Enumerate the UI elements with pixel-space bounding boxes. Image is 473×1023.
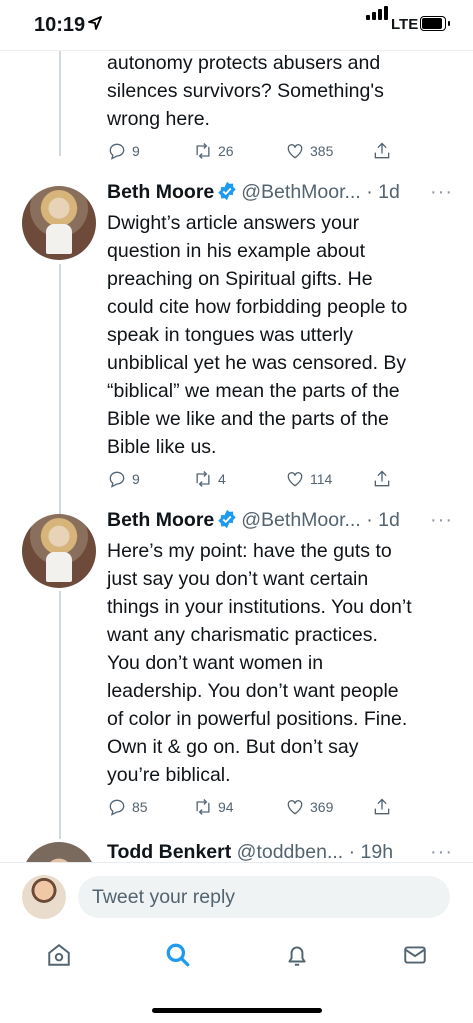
like-count: 114: [310, 471, 333, 487]
messages-icon[interactable]: [402, 942, 428, 968]
retweet-count: 4: [218, 471, 226, 487]
tweet-actions: 85 94 369: [107, 797, 407, 821]
reply-icon: [109, 143, 125, 160]
reply-button[interactable]: 9: [107, 469, 140, 489]
tweet-timestamp[interactable]: · 19h: [349, 841, 393, 863]
retweet-icon: [196, 143, 210, 159]
author-handle[interactable]: @BethMoor...: [241, 509, 361, 531]
share-button[interactable]: [372, 141, 392, 161]
heart-icon: [287, 472, 303, 487]
reply-input[interactable]: [78, 876, 450, 918]
reply-button[interactable]: 9: [107, 141, 140, 161]
tab-bar: [0, 930, 473, 1023]
like-button[interactable]: 369: [285, 797, 333, 817]
network-type: LTE: [391, 16, 419, 33]
search-icon[interactable]: [165, 942, 191, 968]
reply-button[interactable]: 85: [107, 797, 148, 817]
tweet-text: autonomy protects abusers and silences s…: [107, 52, 384, 130]
verified-badge-icon: [218, 181, 236, 201]
avatar[interactable]: [22, 514, 96, 588]
tweet-text: Dwight’s article answers your question i…: [107, 212, 408, 458]
reply-count: 9: [132, 143, 140, 159]
retweet-button[interactable]: 4: [193, 469, 226, 489]
thread-line: [59, 51, 61, 156]
like-count: 385: [310, 143, 334, 159]
retweet-count: 94: [218, 799, 234, 815]
share-button[interactable]: [372, 469, 392, 489]
tweet-header: Todd Benkert @toddben... · 19h: [107, 841, 393, 863]
home-icon[interactable]: [46, 942, 72, 968]
tweet-text: Here’s my point: have the guts to just s…: [107, 540, 412, 786]
tweet-header: Beth Moore @BethMoor... · 1d: [107, 509, 400, 532]
heart-icon: [287, 144, 303, 159]
reply-icon: [109, 799, 125, 816]
author-name[interactable]: Beth Moore: [107, 509, 214, 531]
like-button[interactable]: 114: [285, 469, 332, 489]
share-button[interactable]: [372, 797, 392, 817]
share-icon: [374, 142, 390, 159]
author-handle[interactable]: @toddben...: [237, 841, 344, 863]
retweet-button[interactable]: 94: [193, 797, 234, 817]
tweet-actions: 9 26 385: [107, 141, 407, 165]
tweet-timestamp[interactable]: · 1d: [366, 181, 400, 203]
like-button[interactable]: 385: [285, 141, 333, 161]
reply-count: 9: [132, 471, 140, 487]
author-name[interactable]: Todd Benkert: [107, 841, 231, 863]
author-handle[interactable]: @BethMoor...: [241, 181, 361, 203]
heart-icon: [287, 800, 303, 815]
more-options-icon[interactable]: ···: [430, 181, 453, 204]
more-options-icon[interactable]: ···: [430, 509, 453, 532]
thread-line: [59, 591, 61, 839]
home-indicator: [152, 1008, 322, 1013]
retweet-count: 26: [218, 143, 234, 159]
status-time: 10:19: [34, 14, 86, 36]
retweet-icon: [196, 471, 210, 487]
notifications-icon[interactable]: [284, 942, 310, 968]
location-arrow-icon: [88, 16, 102, 30]
battery-icon: [420, 16, 450, 31]
avatar[interactable]: [22, 875, 66, 919]
reply-composer: [0, 862, 473, 931]
avatar[interactable]: [22, 842, 96, 863]
reply-count: 85: [132, 799, 148, 815]
more-options-icon[interactable]: ···: [430, 841, 453, 863]
avatar[interactable]: [22, 186, 96, 260]
retweet-icon: [196, 799, 210, 815]
reply-icon: [109, 471, 125, 488]
retweet-button[interactable]: 26: [193, 141, 234, 161]
verified-badge-icon: [218, 509, 236, 529]
like-count: 369: [310, 799, 334, 815]
author-name[interactable]: Beth Moore: [107, 181, 214, 203]
status-bar: 10:19 LTE: [0, 0, 473, 50]
thread-line: [59, 264, 61, 519]
tweet-header: Beth Moore @BethMoor... · 1d: [107, 181, 400, 204]
share-icon: [374, 798, 390, 815]
share-icon: [374, 470, 390, 487]
tweet-timestamp[interactable]: · 1d: [366, 509, 400, 531]
tweet-actions: 9 4 114: [107, 469, 407, 493]
conversation-feed[interactable]: autonomy protects abusers and silences s…: [0, 50, 473, 863]
